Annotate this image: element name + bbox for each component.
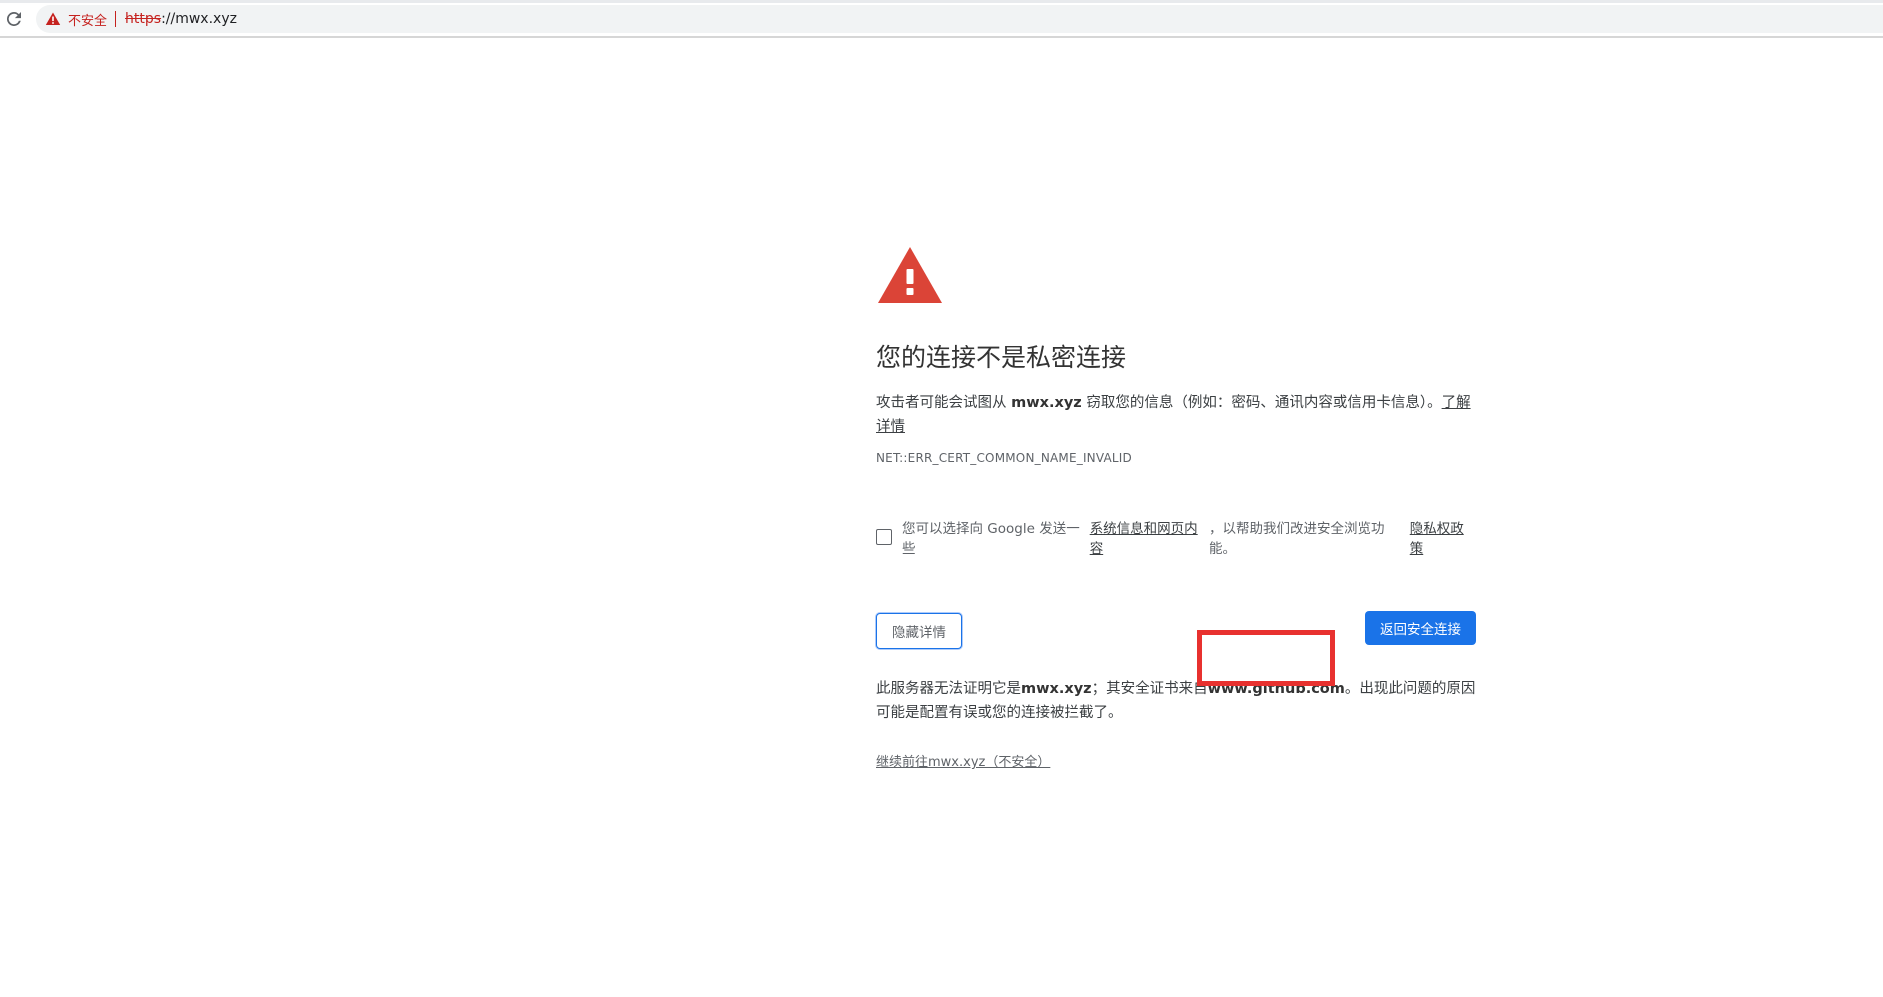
chip-separator (115, 11, 117, 27)
page-title: 您的连接不是私密连接 (876, 343, 1127, 372)
details-paragraph: 此服务器无法证明它是mwx.xyz；其安全证书来自www.github.com。… (876, 677, 1476, 725)
error-code: NET::ERR_CERT_COMMON_NAME_INVALID (876, 451, 1132, 465)
security-chip[interactable]: 不安全 (45, 9, 107, 29)
explanation-text-pre: 攻击者可能会试图从 (876, 395, 1012, 411)
system-info-link[interactable]: 系统信息和网页内容 (1090, 517, 1209, 557)
url-text[interactable]: https://mwx.xyz (125, 11, 237, 27)
not-secure-label: 不安全 (68, 13, 108, 29)
url-scheme: https (125, 11, 162, 27)
url-host: mwx.xyz (175, 11, 237, 27)
url-separator: :// (161, 11, 176, 27)
reload-icon (7, 12, 21, 26)
reload-button[interactable] (4, 9, 24, 29)
explanation-paragraph: 攻击者可能会试图从 mwx.xyz 窃取您的信息（例如：密码、通讯内容或信用卡信… (876, 391, 1476, 439)
privacy-error-interstitial: 您的连接不是私密连接 攻击者可能会试图从 mwx.xyz 窃取您的信息（例如：密… (876, 245, 1476, 770)
explanation-host: mwx.xyz (1011, 395, 1082, 411)
hide-details-button[interactable]: 隐藏详情 (876, 613, 962, 649)
optin-text-pre: 您可以选择向 Google 发送一些 (902, 521, 1080, 557)
proceed-unsafe-link[interactable]: 继续前往mwx.xyz（不安全） (876, 751, 1050, 770)
optin-checkbox[interactable] (876, 529, 892, 545)
safe-browsing-optin: 您可以选择向 Google 发送一些 系统信息和网页内容 ，以帮助我们改进安全浏览功… (876, 517, 1476, 557)
browser-toolbar: 不安全 https://mwx.xyz (0, 0, 1883, 38)
warning-triangle-icon (45, 12, 61, 25)
details-text-mid: ；其安全证书来自 (1091, 681, 1208, 697)
button-row: 隐藏详情 返回安全连接 (876, 611, 1476, 651)
certificate-host: www.github.com (1207, 681, 1345, 697)
details-host: mwx.xyz (1021, 681, 1092, 697)
explanation-text-post: 窃取您的信息（例如：密码、通讯内容或信用卡信息）。 (1081, 395, 1442, 411)
privacy-policy-link[interactable]: 隐私权政策 (1410, 517, 1476, 557)
details-text-pre: 此服务器无法证明它是 (876, 681, 1021, 697)
large-warning-triangle-icon (878, 247, 942, 303)
back-to-safety-button[interactable]: 返回安全连接 (1365, 611, 1476, 645)
tab-strip-edge (0, 0, 1883, 3)
optin-text-post: ，以帮助我们改进安全浏览功能。 (1208, 521, 1385, 557)
address-bar[interactable]: 不安全 https://mwx.xyz (36, 5, 1883, 33)
